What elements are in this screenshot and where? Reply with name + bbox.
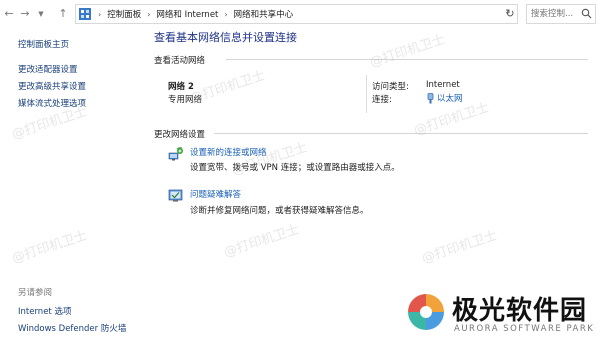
section-divider (214, 133, 588, 134)
access-type-value: Internet (426, 80, 460, 90)
search-box[interactable] (526, 4, 596, 24)
back-arrow-icon[interactable]: ← (2, 6, 16, 22)
brand-name: 极光软件园 (452, 296, 588, 326)
breadcrumb-separator-icon: › (98, 9, 102, 19)
brand-tagline: AURORA SOFTWARE PARK (454, 324, 595, 334)
refresh-icon[interactable]: ↻ (503, 6, 517, 22)
see-also-heading: 另请参阅 (18, 288, 53, 298)
see-also-internet-options[interactable]: Internet 选项 (18, 305, 71, 317)
address-bar[interactable]: › 控制面板 › 网络和 Internet › 网络和共享中心 ⌄ (75, 4, 518, 24)
troubleshoot-problems-description: 诊断并修复网络问题，或者获得疑难解答信息。 (190, 206, 369, 216)
network-name: 网络 2 (168, 82, 194, 92)
ethernet-connection-label[interactable]: 以太网 (437, 92, 463, 104)
access-type-label: 访问类型: (372, 82, 409, 92)
ethernet-connection-link[interactable]: 以太网 (426, 92, 463, 104)
section-divider (226, 59, 588, 60)
sidebar-item-control-panel-home[interactable]: 控制面板主页 (18, 38, 69, 50)
search-input[interactable] (531, 7, 581, 21)
ethernet-connection-icon (427, 92, 434, 103)
troubleshoot-problems-link[interactable]: 问题疑难解答 (190, 188, 241, 200)
search-icon[interactable] (581, 8, 592, 19)
network-profile-link[interactable]: 专用网络 (168, 93, 202, 105)
breadcrumb-item[interactable]: 网络和共享中心 (234, 8, 294, 20)
breadcrumb-item[interactable]: 网络和 Internet (156, 8, 218, 20)
address-toolbar: ← → ▼ ↑ › 控制面板 › 网络和 Internet › 网络和共享中心 … (0, 0, 600, 28)
up-arrow-icon[interactable]: ↑ (56, 6, 70, 22)
troubleshoot-icon (168, 189, 183, 202)
breadcrumb-separator-icon: › (147, 9, 151, 19)
change-settings-heading: 更改网络设置 (154, 130, 206, 140)
vertical-divider (366, 75, 367, 113)
left-nav-pane: 控制面板主页 更改适配器设置 更改高级共享设置 媒体流式处理选项 另请参阅 In… (0, 28, 140, 346)
brand-logo: 极光软件园 AURORA SOFTWARE PARK (402, 286, 598, 344)
connections-label: 连接: (372, 95, 392, 105)
breadcrumb-item[interactable]: 控制面板 (107, 8, 141, 20)
sidebar-item-change-adapter-settings[interactable]: 更改适配器设置 (18, 63, 78, 75)
forward-arrow-icon[interactable]: → (18, 6, 32, 22)
control-panel-icon (79, 8, 91, 20)
active-networks-heading: 查看活动网络 (154, 56, 206, 66)
setup-new-connection-description: 设置宽带、拨号或 VPN 连接；或设置路由器或接入点。 (190, 163, 400, 173)
page-title: 查看基本网络信息并设置连接 (154, 31, 297, 44)
sidebar-item-advanced-sharing-settings[interactable]: 更改高级共享设置 (18, 80, 86, 92)
network-setup-icon (168, 147, 183, 161)
recent-locations-chevron-icon[interactable]: ▼ (34, 6, 48, 22)
breadcrumb-separator-icon: › (224, 9, 228, 19)
aurora-logo-icon (406, 292, 446, 332)
setup-new-connection-link[interactable]: 设置新的连接或网络 (190, 146, 267, 158)
breadcrumb: › 控制面板 › 网络和 Internet › 网络和共享中心 (98, 5, 293, 23)
sidebar-item-media-streaming-options[interactable]: 媒体流式处理选项 (18, 97, 86, 109)
see-also-windows-defender-firewall[interactable]: Windows Defender 防火墙 (18, 322, 126, 334)
